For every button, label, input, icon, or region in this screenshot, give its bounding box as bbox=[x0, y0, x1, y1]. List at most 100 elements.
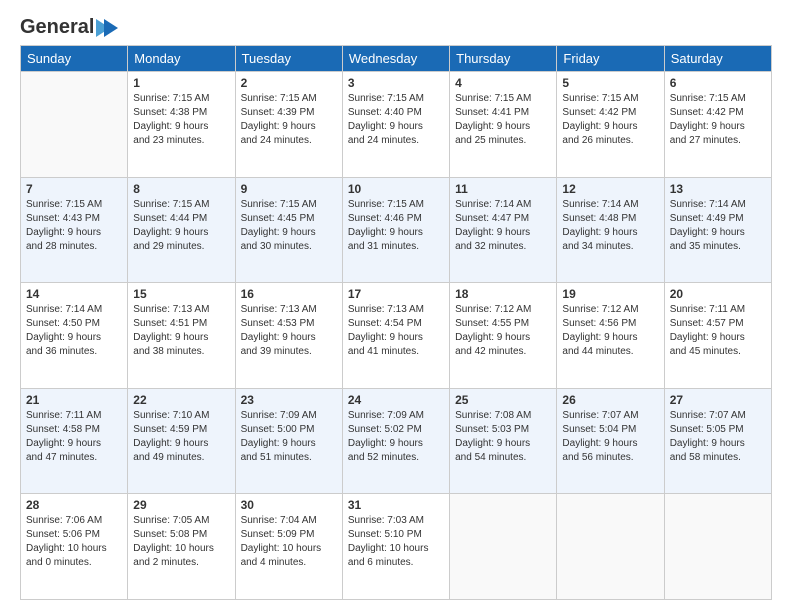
logo: General bbox=[20, 16, 118, 35]
calendar-cell: 17 Sunrise: 7:13 AM Sunset: 4:54 PM Dayli… bbox=[342, 283, 449, 389]
day-number: 6 bbox=[670, 76, 766, 90]
calendar-cell: 16Sunrise: 7:13 AM Sunset: 4:53 PM Dayli… bbox=[235, 283, 342, 389]
cell-content: Sunrise: 7:15 AM Sunset: 4:42 PM Dayligh… bbox=[670, 92, 766, 148]
day-number: 22 bbox=[133, 393, 229, 407]
day-number: 13 bbox=[670, 182, 766, 196]
cell-content: Sunrise: 7:14 AM Sunset: 4:49 PM Dayligh… bbox=[670, 198, 766, 254]
calendar-cell: 22Sunrise: 7:10 AM Sunset: 4:59 PM Dayli… bbox=[128, 388, 235, 494]
calendar-cell: 19 Sunrise: 7:12 AM Sunset: 4:56 PM Dayli… bbox=[557, 283, 664, 389]
calendar-cell: 7 Sunrise: 7:15 AM Sunset: 4:43 PM Daylig… bbox=[21, 177, 128, 283]
cell-content: Sunrise: 7:15 AM Sunset: 4:40 PM Dayligh… bbox=[348, 92, 444, 148]
calendar-cell: 24 Sunrise: 7:09 AM Sunset: 5:02 PM Dayli… bbox=[342, 388, 449, 494]
cell-content: Sunrise: 7:13 AM Sunset: 4:51 PM Dayligh… bbox=[133, 303, 229, 359]
cell-content: Sunrise: 7:15 AM Sunset: 4:44 PM Dayligh… bbox=[133, 198, 229, 254]
day-number: 27 bbox=[670, 393, 766, 407]
cell-content: Sunrise: 7:12 AM Sunset: 4:55 PM Dayligh… bbox=[455, 303, 551, 359]
calendar-header-row: SundayMondayTuesdayWednesdayThursdayFrid… bbox=[21, 46, 772, 72]
cell-content: Sunrise: 7:15 AM Sunset: 4:38 PM Dayligh… bbox=[133, 92, 229, 148]
day-of-week-header: Thursday bbox=[450, 46, 557, 72]
day-of-week-header: Saturday bbox=[664, 46, 771, 72]
page: General SundayMondayTuesdayWednesdayThur… bbox=[0, 0, 792, 612]
cell-content: Sunrise: 7:07 AM Sunset: 5:04 PM Dayligh… bbox=[562, 409, 658, 465]
cell-content: Sunrise: 7:15 AM Sunset: 4:46 PM Dayligh… bbox=[348, 198, 444, 254]
day-of-week-header: Monday bbox=[128, 46, 235, 72]
day-number: 31 bbox=[348, 498, 444, 512]
calendar: SundayMondayTuesdayWednesdayThursdayFrid… bbox=[20, 45, 772, 600]
cell-content: Sunrise: 7:14 AM Sunset: 4:48 PM Dayligh… bbox=[562, 198, 658, 254]
calendar-cell: 29Sunrise: 7:05 AM Sunset: 5:08 PM Dayli… bbox=[128, 494, 235, 600]
calendar-cell: 30Sunrise: 7:04 AM Sunset: 5:09 PM Dayli… bbox=[235, 494, 342, 600]
day-of-week-header: Friday bbox=[557, 46, 664, 72]
day-number: 9 bbox=[241, 182, 337, 196]
calendar-cell bbox=[664, 494, 771, 600]
cell-content: Sunrise: 7:15 AM Sunset: 4:45 PM Dayligh… bbox=[241, 198, 337, 254]
calendar-cell bbox=[21, 72, 128, 178]
cell-content: Sunrise: 7:13 AM Sunset: 4:54 PM Dayligh… bbox=[348, 303, 444, 359]
calendar-cell: 14 Sunrise: 7:14 AM Sunset: 4:50 PM Dayli… bbox=[21, 283, 128, 389]
day-number: 8 bbox=[133, 182, 229, 196]
day-number: 28 bbox=[26, 498, 122, 512]
cell-content: Sunrise: 7:15 AM Sunset: 4:43 PM Dayligh… bbox=[26, 198, 122, 254]
day-number: 5 bbox=[562, 76, 658, 90]
calendar-cell: 1Sunrise: 7:15 AM Sunset: 4:38 PM Daylig… bbox=[128, 72, 235, 178]
day-number: 17 bbox=[348, 287, 444, 301]
calendar-week-row: 1Sunrise: 7:15 AM Sunset: 4:38 PM Daylig… bbox=[21, 72, 772, 178]
cell-content: Sunrise: 7:14 AM Sunset: 4:50 PM Dayligh… bbox=[26, 303, 122, 359]
calendar-cell: 13 Sunrise: 7:14 AM Sunset: 4:49 PM Dayli… bbox=[664, 177, 771, 283]
calendar-cell: 25 Sunrise: 7:08 AM Sunset: 5:03 PM Dayli… bbox=[450, 388, 557, 494]
day-number: 26 bbox=[562, 393, 658, 407]
header: General bbox=[20, 16, 772, 35]
cell-content: Sunrise: 7:03 AM Sunset: 5:10 PM Dayligh… bbox=[348, 514, 444, 570]
calendar-cell: 26 Sunrise: 7:07 AM Sunset: 5:04 PM Dayli… bbox=[557, 388, 664, 494]
calendar-week-row: 21Sunrise: 7:11 AM Sunset: 4:58 PM Dayli… bbox=[21, 388, 772, 494]
calendar-cell bbox=[557, 494, 664, 600]
calendar-cell: 4 Sunrise: 7:15 AM Sunset: 4:41 PM Daylig… bbox=[450, 72, 557, 178]
day-number: 3 bbox=[348, 76, 444, 90]
day-number: 7 bbox=[26, 182, 122, 196]
day-of-week-header: Sunday bbox=[21, 46, 128, 72]
cell-content: Sunrise: 7:08 AM Sunset: 5:03 PM Dayligh… bbox=[455, 409, 551, 465]
day-number: 11 bbox=[455, 182, 551, 196]
logo-arrow-icon bbox=[96, 19, 118, 37]
day-number: 21 bbox=[26, 393, 122, 407]
calendar-week-row: 28Sunrise: 7:06 AM Sunset: 5:06 PM Dayli… bbox=[21, 494, 772, 600]
cell-content: Sunrise: 7:15 AM Sunset: 4:42 PM Dayligh… bbox=[562, 92, 658, 148]
day-number: 4 bbox=[455, 76, 551, 90]
calendar-cell: 10 Sunrise: 7:15 AM Sunset: 4:46 PM Dayli… bbox=[342, 177, 449, 283]
day-number: 24 bbox=[348, 393, 444, 407]
calendar-cell: 12Sunrise: 7:14 AM Sunset: 4:48 PM Dayli… bbox=[557, 177, 664, 283]
cell-content: Sunrise: 7:12 AM Sunset: 4:56 PM Dayligh… bbox=[562, 303, 658, 359]
day-number: 25 bbox=[455, 393, 551, 407]
calendar-cell: 21Sunrise: 7:11 AM Sunset: 4:58 PM Dayli… bbox=[21, 388, 128, 494]
day-number: 20 bbox=[670, 287, 766, 301]
day-of-week-header: Tuesday bbox=[235, 46, 342, 72]
cell-content: Sunrise: 7:15 AM Sunset: 4:41 PM Dayligh… bbox=[455, 92, 551, 148]
day-number: 30 bbox=[241, 498, 337, 512]
day-number: 23 bbox=[241, 393, 337, 407]
calendar-week-row: 7 Sunrise: 7:15 AM Sunset: 4:43 PM Daylig… bbox=[21, 177, 772, 283]
cell-content: Sunrise: 7:14 AM Sunset: 4:47 PM Dayligh… bbox=[455, 198, 551, 254]
day-of-week-header: Wednesday bbox=[342, 46, 449, 72]
calendar-cell: 15 Sunrise: 7:13 AM Sunset: 4:51 PM Dayli… bbox=[128, 283, 235, 389]
calendar-cell: 3 Sunrise: 7:15 AM Sunset: 4:40 PM Daylig… bbox=[342, 72, 449, 178]
cell-content: Sunrise: 7:15 AM Sunset: 4:39 PM Dayligh… bbox=[241, 92, 337, 148]
cell-content: Sunrise: 7:07 AM Sunset: 5:05 PM Dayligh… bbox=[670, 409, 766, 465]
calendar-cell: 28Sunrise: 7:06 AM Sunset: 5:06 PM Dayli… bbox=[21, 494, 128, 600]
day-number: 19 bbox=[562, 287, 658, 301]
cell-content: Sunrise: 7:11 AM Sunset: 4:57 PM Dayligh… bbox=[670, 303, 766, 359]
calendar-cell: 8 Sunrise: 7:15 AM Sunset: 4:44 PM Daylig… bbox=[128, 177, 235, 283]
logo-general: General bbox=[20, 16, 94, 39]
cell-content: Sunrise: 7:09 AM Sunset: 5:02 PM Dayligh… bbox=[348, 409, 444, 465]
calendar-cell: 31 Sunrise: 7:03 AM Sunset: 5:10 PM Dayli… bbox=[342, 494, 449, 600]
day-number: 14 bbox=[26, 287, 122, 301]
day-number: 10 bbox=[348, 182, 444, 196]
calendar-cell: 9 Sunrise: 7:15 AM Sunset: 4:45 PM Daylig… bbox=[235, 177, 342, 283]
day-number: 18 bbox=[455, 287, 551, 301]
calendar-cell: 23 Sunrise: 7:09 AM Sunset: 5:00 PM Dayli… bbox=[235, 388, 342, 494]
calendar-cell: 5 Sunrise: 7:15 AM Sunset: 4:42 PM Daylig… bbox=[557, 72, 664, 178]
cell-content: Sunrise: 7:09 AM Sunset: 5:00 PM Dayligh… bbox=[241, 409, 337, 465]
calendar-cell: 27 Sunrise: 7:07 AM Sunset: 5:05 PM Dayli… bbox=[664, 388, 771, 494]
day-number: 15 bbox=[133, 287, 229, 301]
calendar-cell: 6 Sunrise: 7:15 AM Sunset: 4:42 PM Daylig… bbox=[664, 72, 771, 178]
cell-content: Sunrise: 7:05 AM Sunset: 5:08 PM Dayligh… bbox=[133, 514, 229, 570]
